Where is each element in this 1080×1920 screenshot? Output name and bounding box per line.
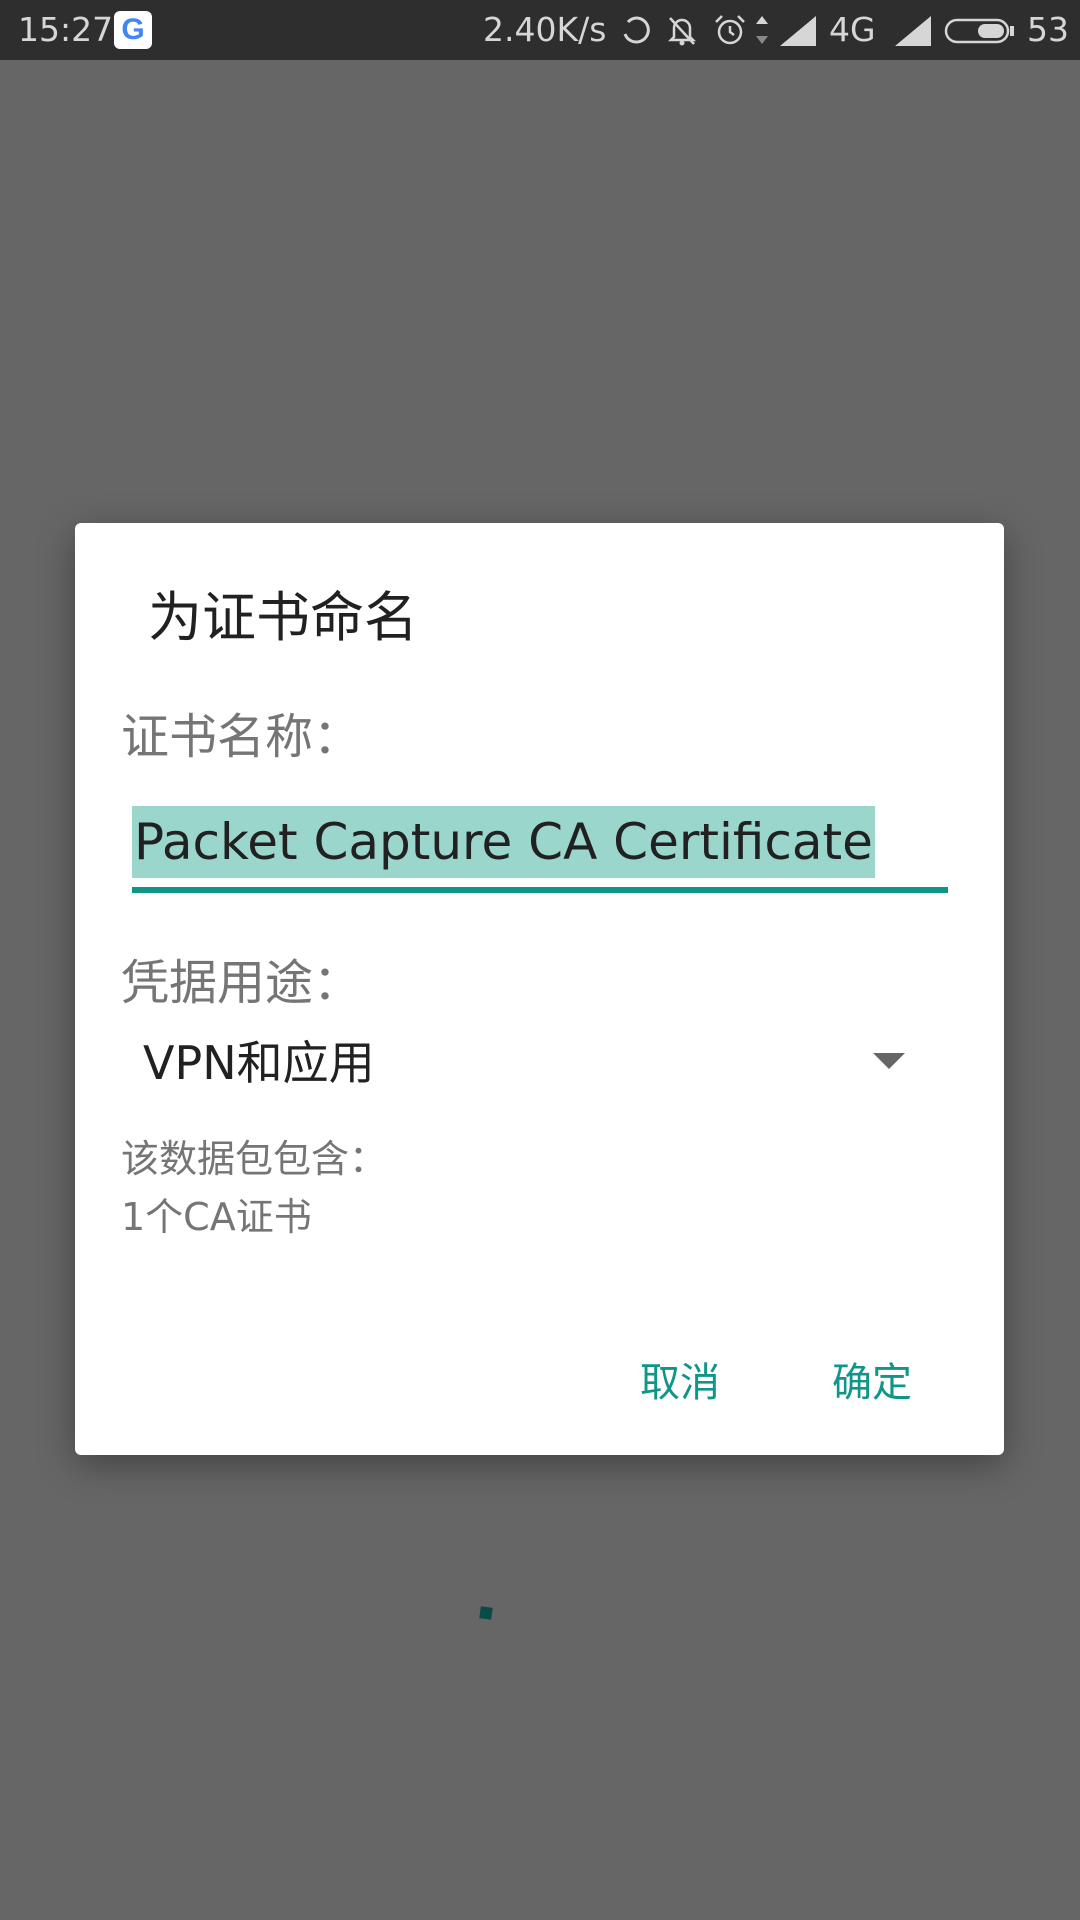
- package-item: 1个CA证书: [121, 1195, 312, 1239]
- ok-button[interactable]: 确定: [822, 1343, 922, 1423]
- data-arrows-icon: [756, 16, 768, 44]
- input-underline: [132, 887, 948, 893]
- status-bar: 15:27 G 2.40K/s 4G 53: [0, 0, 1080, 60]
- alarm-icon: [715, 15, 745, 45]
- battery-icon: [944, 18, 1014, 44]
- loading-indicator: [479, 1606, 493, 1620]
- usage-value: VPN和应用: [143, 1036, 375, 1090]
- usage-select[interactable]: VPN和应用: [121, 1023, 951, 1103]
- sync-icon: [623, 16, 650, 44]
- google-icon: G: [114, 11, 152, 49]
- signal-icon: [780, 16, 816, 46]
- cert-name-input[interactable]: Packet Capture CA Certificate: [132, 806, 948, 896]
- name-certificate-dialog: 为证书命名 证书名称： Packet Capture CA Certificat…: [75, 523, 1004, 1455]
- signal-icon: [895, 16, 931, 46]
- cancel-button[interactable]: 取消: [630, 1343, 730, 1423]
- dialog-title: 为证书命名: [148, 586, 418, 649]
- bell-muted-icon: [667, 17, 697, 46]
- cert-name-value: Packet Capture CA Certificate: [132, 806, 875, 878]
- dropdown-arrow-icon: [873, 1053, 905, 1069]
- cert-name-label: 证书名称：: [121, 709, 362, 765]
- usage-label: 凭据用途：: [121, 955, 362, 1011]
- screen: 15:27 G 2.40K/s 4G 53 为证书命名 证书名称： Packet…: [0, 0, 1080, 1920]
- package-contents-label: 该数据包包含：: [121, 1137, 388, 1181]
- status-time: 15:27: [18, 10, 114, 49]
- battery-level: 53: [1027, 10, 1069, 49]
- net-speed: 2.40K/s: [483, 10, 607, 49]
- network-type: 4G: [829, 10, 876, 49]
